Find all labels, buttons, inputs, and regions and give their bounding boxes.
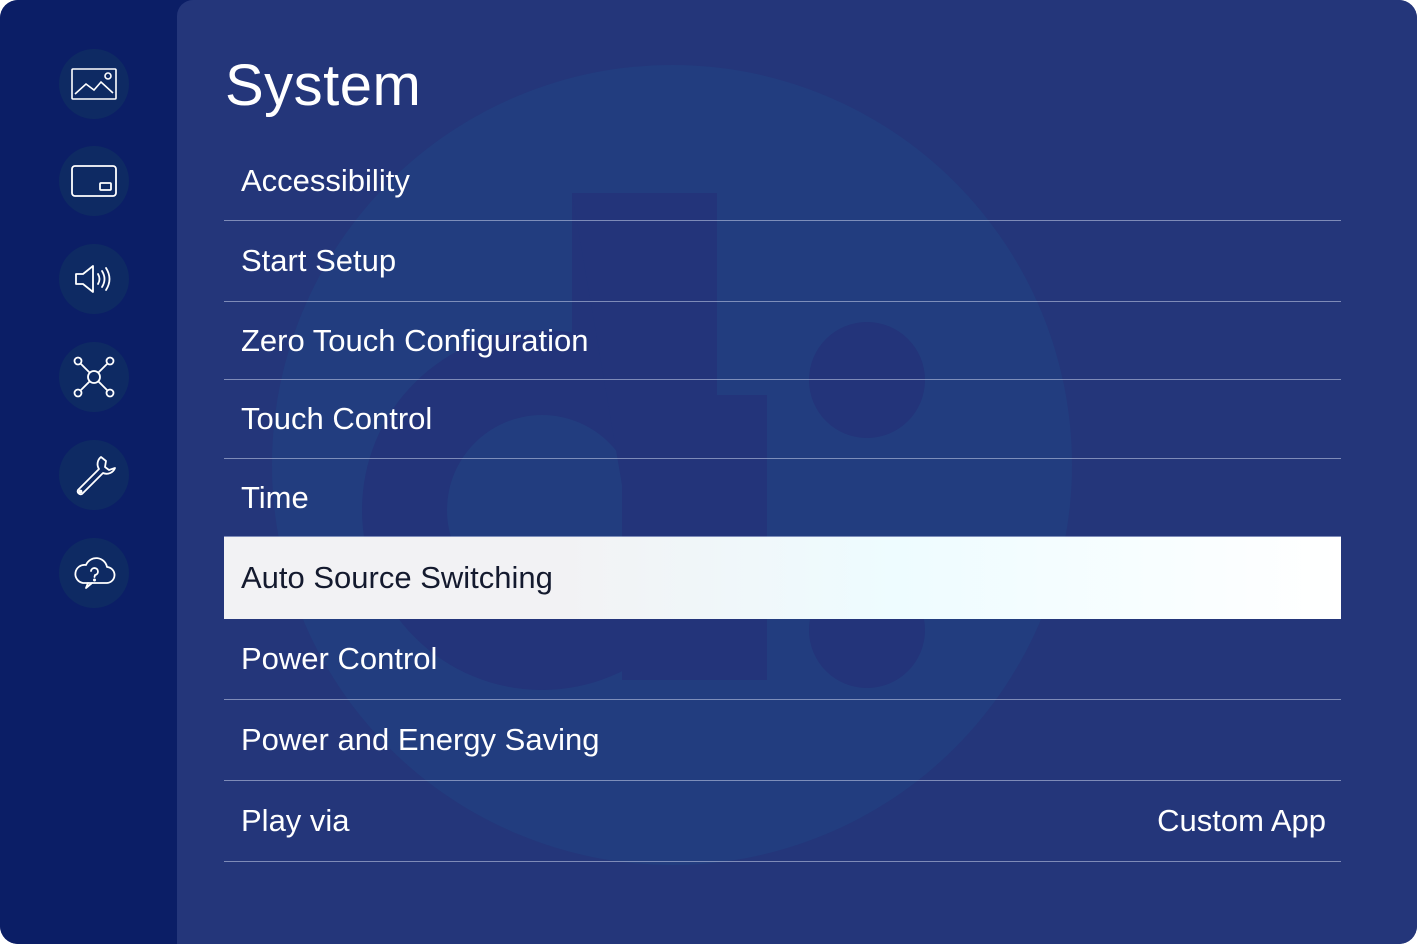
menu-item-power-and-energy-saving[interactable]: Power and Energy Saving — [224, 700, 1341, 781]
menu-item-auto-source-switching[interactable]: Auto Source Switching — [224, 537, 1341, 619]
wrench-icon — [76, 456, 116, 496]
settings-panel: System Accessibility Start Setup Zero To… — [177, 0, 1417, 944]
sidebar-item-support[interactable] — [59, 538, 129, 608]
menu-item-label: Start Setup — [241, 243, 397, 278]
settings-window: System Accessibility Start Setup Zero To… — [0, 0, 1417, 944]
menu-item-label: Time — [241, 479, 309, 515]
menu-item-zero-touch-configuration[interactable]: Zero Touch Configuration — [224, 302, 1341, 380]
menu-item-accessibility[interactable]: Accessibility — [224, 141, 1341, 221]
menu-item-label: Play via — [241, 803, 350, 838]
sidebar-item-picture[interactable] — [59, 49, 129, 119]
sidebar — [0, 0, 177, 944]
speaker-icon — [75, 265, 111, 293]
sidebar-item-network[interactable] — [59, 342, 129, 412]
menu-item-start-setup[interactable]: Start Setup — [224, 221, 1341, 302]
sidebar-item-screen[interactable] — [59, 146, 129, 216]
menu-item-label: Power and Energy Saving — [241, 722, 600, 757]
menu-item-power-control[interactable]: Power Control — [224, 619, 1341, 700]
menu-item-touch-control[interactable]: Touch Control — [224, 380, 1341, 459]
menu-item-time[interactable]: Time — [224, 459, 1341, 537]
menu-item-label: Auto Source Switching — [241, 559, 553, 595]
menu-item-label: Power Control — [241, 641, 438, 676]
sidebar-item-system[interactable] — [59, 440, 129, 510]
menu-item-value: Custom App — [1157, 803, 1326, 838]
cloud-help-icon — [74, 557, 116, 589]
network-icon — [73, 356, 115, 398]
menu-item-play-via[interactable]: Play via Custom App — [224, 781, 1341, 862]
page-title: System — [225, 53, 422, 118]
settings-menu: Accessibility Start Setup Zero Touch Con… — [224, 141, 1341, 862]
menu-item-label: Accessibility — [241, 162, 410, 198]
menu-item-label: Touch Control — [241, 401, 433, 436]
screen-icon — [71, 165, 117, 197]
sidebar-item-sound[interactable] — [59, 244, 129, 314]
menu-item-label: Zero Touch Configuration — [241, 322, 589, 358]
picture-icon — [71, 68, 117, 100]
